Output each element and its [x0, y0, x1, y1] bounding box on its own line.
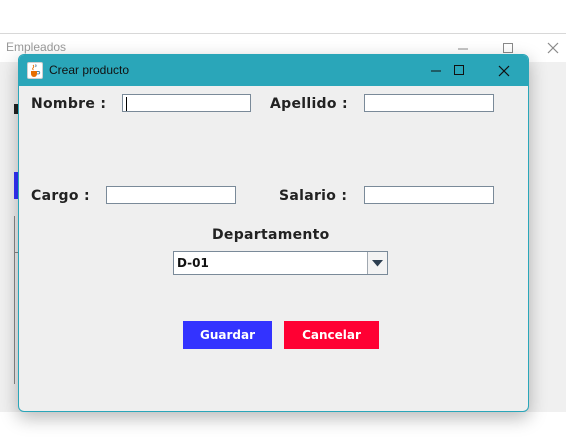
text-caret [126, 97, 127, 111]
departamento-label: Departamento [212, 227, 330, 243]
close-button[interactable] [481, 55, 527, 86]
dialog-title: Crear producto [49, 63, 130, 77]
close-icon [498, 65, 510, 76]
dropdown-button[interactable] [367, 252, 387, 274]
chevron-down-icon [372, 259, 383, 266]
apellido-field[interactable] [364, 94, 494, 112]
salario-label: Salario : [279, 188, 348, 204]
dialog-titlebar[interactable]: Crear producto [19, 55, 528, 86]
salario-field[interactable] [364, 186, 494, 204]
desktop-area [0, 412, 566, 442]
cargo-field[interactable] [106, 186, 236, 204]
departamento-selected-value: D-01 [177, 256, 209, 270]
minimize-icon [457, 48, 468, 49]
cancel-button[interactable]: Cancelar [284, 321, 379, 349]
close-icon [547, 42, 559, 54]
cargo-label: Cargo : [31, 188, 90, 204]
background-close-button[interactable] [530, 34, 566, 62]
crear-producto-dialog: Crear producto Nombre : Apellido : Cargo… [18, 54, 529, 412]
maximize-button[interactable] [436, 55, 482, 86]
maximize-icon [502, 42, 513, 53]
nombre-label: Nombre : [31, 96, 107, 112]
java-cup-icon [27, 62, 43, 79]
departamento-select[interactable]: D-01 [173, 251, 388, 275]
save-button[interactable]: Guardar [183, 321, 272, 349]
background-window-title: Empleados [6, 40, 67, 54]
maximize-icon [453, 65, 464, 75]
nombre-field[interactable] [122, 94, 251, 112]
apellido-label: Apellido : [270, 96, 348, 112]
